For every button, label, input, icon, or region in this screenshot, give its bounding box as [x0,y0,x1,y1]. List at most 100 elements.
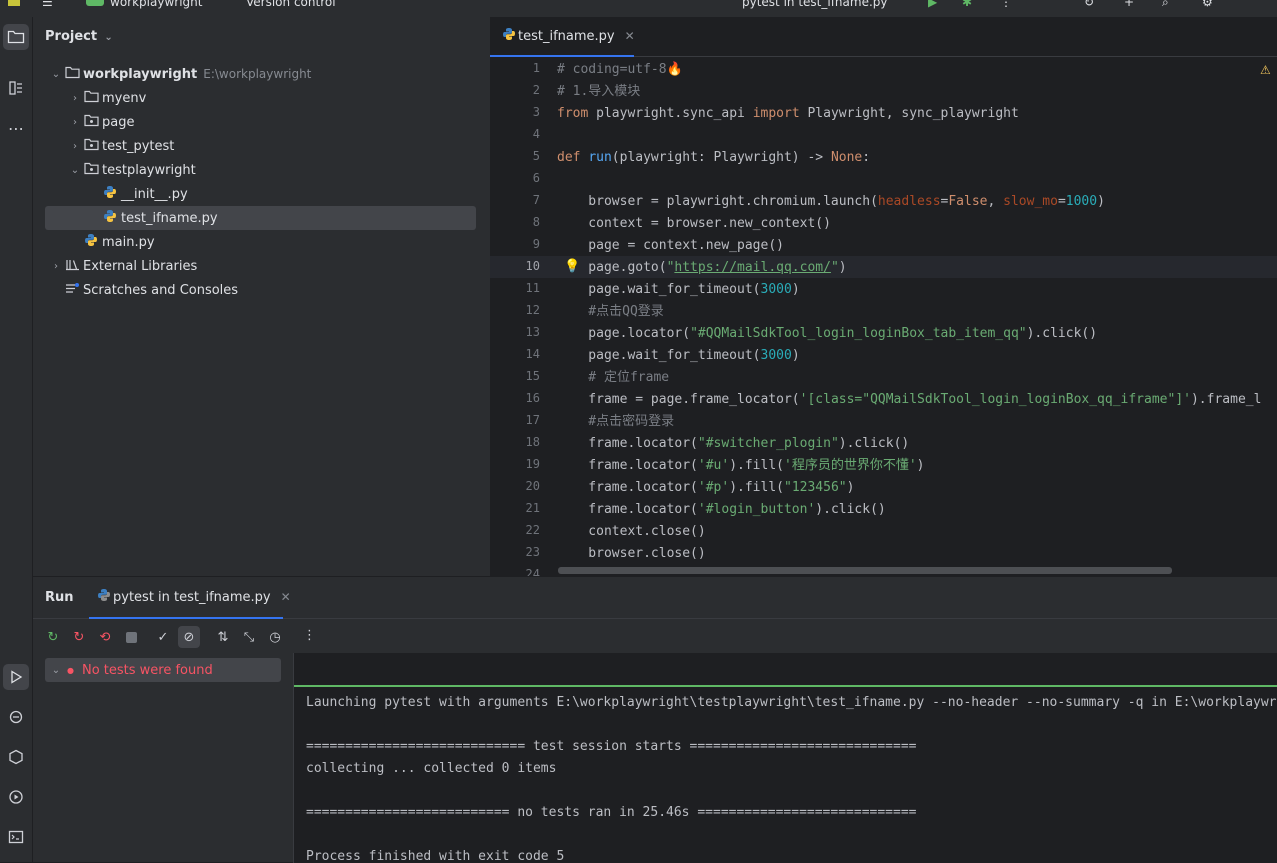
line-number: 8 [532,215,540,229]
code-line: #点击QQ登录 [557,301,664,323]
tree-item-testplaywright[interactable]: ⌄ testplaywright [45,158,476,182]
test-result-row[interactable]: ⌄ ● No tests were found [45,658,281,682]
tree-item-page[interactable]: › page [45,110,476,134]
project-switcher[interactable]: workplaywright [110,0,202,9]
tab-pytest-run[interactable]: pytest in test_ifname.py ✕ [89,577,291,619]
close-icon[interactable]: ✕ [281,590,291,604]
line-number: 1 [532,61,540,75]
more-tools-icon[interactable]: ⋯ [3,115,29,141]
code-line: frame.locator("#switcher_plogin").click(… [557,433,909,455]
chevron-right-icon[interactable]: › [49,261,63,272]
line-number: 17 [525,413,540,427]
line-number: 19 [525,457,540,471]
line-number: 13 [525,325,540,339]
services-button[interactable] [3,784,29,810]
code-line: from playwright.sync_api import Playwrig… [557,103,1019,125]
code-line: page.goto("https://mail.qq.com/") [557,257,846,279]
show-ignored-icon[interactable]: ⊘ [178,626,200,648]
toggle-auto-test-icon[interactable]: ⟲ [94,626,116,648]
tree-item-main-py[interactable]: main.py [45,230,476,254]
update-icon[interactable]: ↻ [1084,0,1094,9]
code-token: #点击QQ登录 [557,304,664,319]
tree-item-label: __init__.py [121,186,188,202]
code-token: ).click() [1026,326,1098,341]
line-number: 10 [525,259,540,273]
chevron-right-icon[interactable]: › [68,141,82,152]
run-console[interactable]: Launching pytest with arguments E:\workp… [293,653,1277,863]
rerun-failed-icon[interactable]: ↻ [68,626,90,648]
stop-icon[interactable] [120,626,142,648]
tree-item-external-libraries[interactable]: › External Libraries [45,254,476,278]
code-token: browser.close() [557,546,706,561]
more-options-icon[interactable]: ⋮ [303,628,316,643]
code-token: False [948,194,988,209]
code-token: https://mail.qq.com/ [674,260,831,275]
tree-item-init-py[interactable]: __init__.py [45,182,476,206]
packages-button[interactable] [3,744,29,770]
terminal-button[interactable] [3,824,29,850]
code-token: page.wait_for_timeout( [557,348,761,363]
code-token: '#u' [697,458,730,473]
history-icon[interactable]: ◷ [264,626,286,648]
structure-icon [9,81,22,95]
run-config-selector[interactable]: pytest in test_ifname.py [742,0,888,9]
search-icon[interactable]: ⌕ [1162,0,1169,10]
chevron-right-icon[interactable]: › [68,117,82,128]
tree-item-test-ifname-py[interactable]: test_ifname.py [45,206,476,230]
line-number: 20 [525,479,540,493]
python-packages-button[interactable] [3,704,29,730]
run-icon[interactable]: ▶ [928,0,937,9]
add-user-icon[interactable]: + [1124,0,1134,9]
line-number: 5 [532,149,540,163]
python-icon [82,233,100,251]
chevron-down-icon: ⌄ [51,664,61,676]
tree-item-workplaywright[interactable]: ⌄ workplaywright E:\workplaywright [45,62,476,86]
line-number: 14 [525,347,540,361]
rerun-icon[interactable]: ↻ [42,626,64,648]
show-passed-icon[interactable]: ✓ [152,626,174,648]
project-tool-button[interactable] [3,24,29,50]
settings-icon[interactable]: ⚙ [1202,0,1213,9]
tree-item-myenv[interactable]: › myenv [45,86,476,110]
main-menu-icon[interactable]: ☰ [42,0,53,9]
collapse-all-icon[interactable]: ⤡ [238,626,260,648]
code-line: page = context.new_page() [557,235,784,257]
structure-tool-button[interactable] [3,75,29,101]
project-panel-header[interactable]: Project ⌄ [45,29,116,44]
line-number: 12 [525,303,540,317]
code-token: frame.locator( [557,436,698,451]
code-line: # coding=utf-8🔥 [557,59,683,81]
code-token: ).click() [815,502,886,517]
python-icon [101,209,119,227]
editor-panel: test_ifname.py ✕ 1 2 3 4 5 6 7 8 9 10 11 12 13 14 15 16… [489,17,1277,581]
run-panel-title: Run [45,590,74,605]
tree-item-scratches-and-consoles[interactable]: Scratches and Consoles [45,278,476,302]
more-icon[interactable]: ⋮ [1000,0,1012,9]
tab-test-ifname[interactable]: test_ifname.py ✕ [490,17,635,57]
code-token: page = context.new_page() [557,238,784,253]
line-number: 7 [532,193,540,207]
line-number: 11 [525,281,540,295]
run-tool-button[interactable] [3,664,29,690]
code-token: # coding=utf-8🔥 [557,62,683,77]
code-token: ).click() [838,436,910,451]
project-path: E:\workplaywright [203,67,312,81]
code-token: (playwright: Playwright) -> [611,150,831,165]
chevron-down-icon[interactable]: ⌄ [49,69,63,80]
line-number: 9 [532,237,540,251]
code-token: headless [877,194,941,209]
code-token: # 定位frame [557,370,670,385]
vcs-widget[interactable]: Version control [246,0,336,9]
chevron-right-icon[interactable]: › [68,93,82,104]
code-token: = [1057,194,1066,209]
tree-item-label: External Libraries [83,258,198,274]
chevron-down-icon[interactable]: ⌄ [68,165,82,176]
run-toolbar: ↻ ↻ ⟲ ✓ ⊘ ⇅ ⤡ ◷ ⋮ [33,620,316,654]
horizontal-scrollbar[interactable] [558,567,1172,574]
sort-icon[interactable]: ⇅ [212,626,234,648]
editor-tab-bar: test_ifname.py ✕ [490,17,1277,57]
debug-icon[interactable]: ✱ [962,0,972,9]
code-area[interactable]: # coding=utf-8🔥 # 1.导入模块 from playwright.s… [557,59,1277,576]
close-icon[interactable]: ✕ [625,29,635,43]
tree-item-test-pytest[interactable]: › test_pytest [45,134,476,158]
